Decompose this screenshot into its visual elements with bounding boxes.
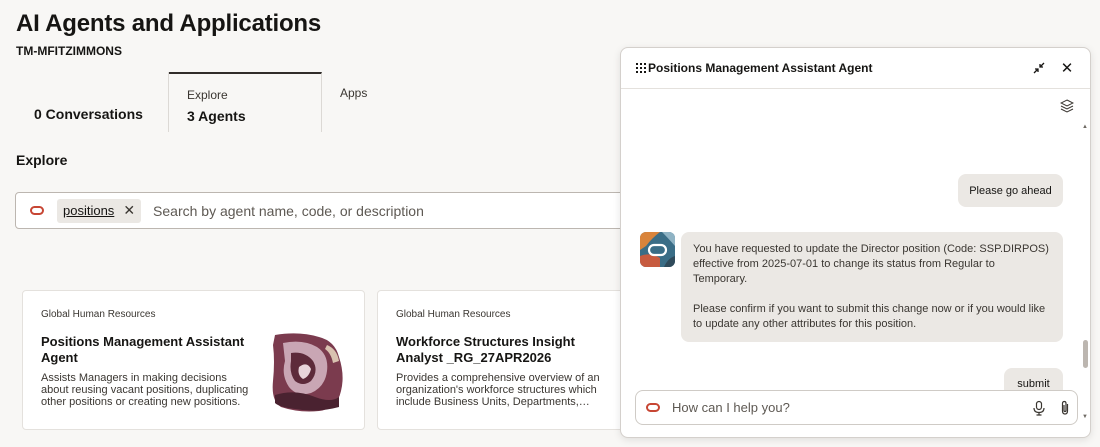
tab-label — [34, 86, 150, 100]
user-message: Please go ahead — [958, 174, 1063, 207]
microphone-icon[interactable] — [1031, 400, 1047, 416]
close-button[interactable]: ✕ — [1059, 60, 1075, 77]
agent-art-icon — [272, 333, 343, 412]
agent-message-paragraph: Please confirm if you want to submit thi… — [693, 303, 1046, 330]
card-category: Global Human Resources — [396, 309, 511, 320]
card-title: Workforce Structures Insight Analyst _RG… — [396, 334, 575, 365]
apps-grid-icon — [636, 63, 646, 73]
tab-label: Explore — [187, 88, 228, 102]
search-input[interactable] — [153, 202, 584, 219]
section-title: Explore — [16, 152, 68, 168]
filter-chip[interactable]: positions ✕ — [57, 198, 142, 223]
chat-input[interactable] — [672, 400, 1012, 415]
tabs: 0 Conversations Explore 3 Agents Apps — [16, 72, 475, 132]
search-bar[interactable]: positions ✕ — [15, 192, 655, 229]
agent-card[interactable]: Global Human Resources Positions Managem… — [22, 290, 365, 430]
scroll-down-icon[interactable]: ▼ — [1082, 414, 1088, 420]
tab-label: Apps — [340, 86, 368, 100]
oracle-logo-icon — [30, 206, 44, 215]
chat-input-bar[interactable] — [635, 390, 1078, 425]
close-icon[interactable]: ✕ — [123, 202, 135, 219]
agent-avatar — [640, 232, 675, 267]
tab-value: 0 Conversations — [34, 106, 143, 122]
tab-explore[interactable]: Explore 3 Agents — [169, 72, 322, 132]
scroll-up-icon[interactable]: ▲ — [1082, 124, 1088, 130]
oracle-logo-icon — [646, 403, 660, 412]
chat-messages[interactable]: ▲ ▼ Please go ahead You have requested t… — [621, 90, 1090, 420]
collapse-icon — [1033, 62, 1045, 74]
minimize-button[interactable] — [1031, 60, 1047, 76]
chat-title: Positions Management Assistant Agent — [648, 61, 873, 75]
close-icon: ✕ — [1060, 60, 1074, 77]
card-description: Assists Managers in making decisions abo… — [41, 372, 249, 408]
tab-apps[interactable]: Apps — [322, 72, 475, 132]
chat-header: Positions Management Assistant Agent ✕ — [621, 48, 1090, 89]
scrollbar-thumb[interactable] — [1083, 340, 1088, 368]
user-id: TM-MFITZIMMONS — [16, 44, 122, 58]
card-title: Positions Management Assistant Agent — [41, 334, 245, 365]
filter-chip-label: positions — [63, 203, 115, 218]
tab-conversations[interactable]: 0 Conversations — [16, 72, 169, 132]
agent-message-paragraph: You have requested to update the Directo… — [693, 243, 1049, 285]
tab-value: 3 Agents — [187, 108, 246, 124]
layers-icon[interactable] — [1060, 99, 1074, 113]
card-category: Global Human Resources — [41, 309, 156, 320]
chat-panel: Positions Management Assistant Agent ✕ ▲… — [620, 47, 1091, 438]
page-title: AI Agents and Applications — [16, 10, 322, 37]
agent-message: You have requested to update the Directo… — [681, 232, 1063, 342]
attachment-icon[interactable] — [1057, 400, 1073, 416]
card-description: Provides a comprehensive overview of an … — [396, 372, 600, 408]
